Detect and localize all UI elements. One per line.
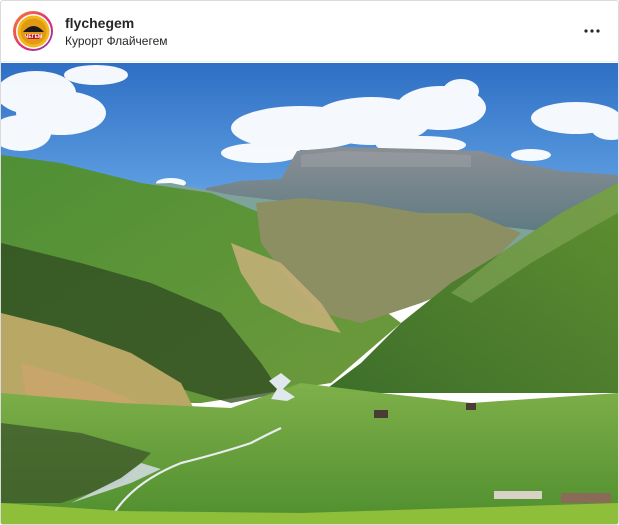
svg-text:ЧЕГЕМ: ЧЕГЕМ <box>24 34 41 40</box>
post-header: ЧЕГЕМ flychegem Курорт Флайчегем <box>1 1 618 62</box>
paraglider-logo-icon: ЧЕГЕМ <box>17 15 49 47</box>
username-link[interactable]: flychegem <box>65 14 580 32</box>
more-options-button[interactable] <box>580 19 604 43</box>
avatar-inner: ЧЕГЕМ <box>15 13 51 49</box>
avatar[interactable]: ЧЕГЕМ <box>13 11 53 51</box>
post-photo[interactable] <box>1 63 618 524</box>
post-card: ЧЕГЕМ flychegem Курорт Флайчегем <box>0 0 619 525</box>
location-link[interactable]: Курорт Флайчегем <box>65 33 580 49</box>
post-meta: flychegem Курорт Флайчегем <box>65 14 580 49</box>
more-options-icon <box>584 29 600 33</box>
